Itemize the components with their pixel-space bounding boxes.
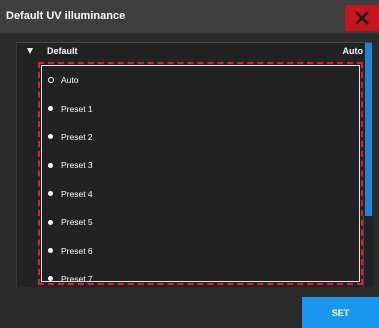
- preset-list: Auto Preset 1 Preset 2 Preset 3 Preset 4…: [42, 66, 359, 293]
- radio-icon: [48, 248, 53, 254]
- option-label: Preset 7: [61, 273, 93, 284]
- option-preset-6[interactable]: Preset 6: [42, 236, 359, 264]
- set-button[interactable]: SET: [302, 297, 379, 328]
- option-label: Preset 6: [61, 245, 93, 256]
- option-label: Preset 2: [61, 131, 93, 142]
- radio-selected-icon: [48, 77, 54, 84]
- option-preset-2[interactable]: Preset 2: [42, 123, 359, 151]
- option-preset-3[interactable]: Preset 3: [42, 151, 359, 179]
- option-preset-1[interactable]: Preset 1: [42, 94, 359, 122]
- option-auto[interactable]: Auto: [42, 66, 359, 94]
- radio-icon: [48, 134, 53, 140]
- radio-icon: [48, 276, 53, 282]
- option-label: Preset 3: [61, 160, 93, 171]
- title-bar: Default UV illuminance: [0, 0, 379, 34]
- option-preset-4[interactable]: Preset 4: [42, 180, 359, 208]
- section-label: Default: [47, 46, 78, 56]
- section-header[interactable]: Default Auto: [17, 43, 373, 61]
- close-button[interactable]: [345, 5, 379, 31]
- section-value: Auto: [342, 46, 364, 56]
- close-x-icon: [355, 11, 369, 25]
- radio-icon: [48, 191, 53, 197]
- option-label: Preset 1: [61, 103, 93, 114]
- option-label: Preset 5: [61, 217, 93, 228]
- window-title: Default UV illuminance: [6, 10, 126, 22]
- option-label: Auto: [61, 75, 79, 86]
- scrollbar-track: [363, 216, 373, 287]
- radio-icon: [48, 219, 53, 225]
- option-preset-5[interactable]: Preset 5: [42, 208, 359, 236]
- radio-icon: [48, 106, 53, 112]
- option-label: Preset 4: [61, 188, 93, 199]
- radio-icon: [48, 162, 53, 168]
- triangle-down-icon: [27, 48, 33, 54]
